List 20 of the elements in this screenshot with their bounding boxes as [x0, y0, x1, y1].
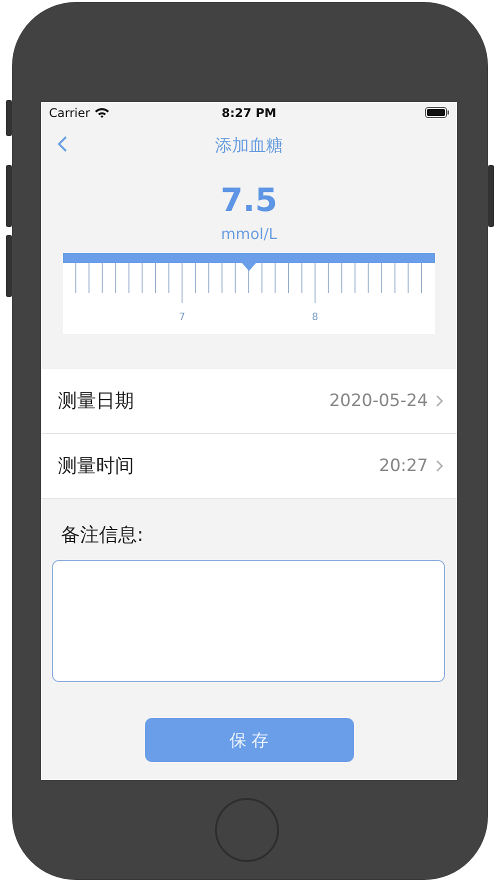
picker-row[interactable]: 测量日期 2020-05-24 [41, 369, 457, 434]
ruler-label: 8 [312, 312, 318, 323]
row-label: 测量日期 [58, 389, 135, 414]
chevron-icon [436, 460, 443, 472]
unit-label: mmol/L [220, 225, 278, 243]
row-value: 20:27 [379, 456, 428, 476]
row-value: 2020-05-24 [329, 391, 428, 411]
wifi-icon [94, 107, 110, 118]
row-label: 测量时间 [58, 454, 135, 479]
screen-title: 添加血糖 [214, 134, 284, 156]
pointer-icon [242, 263, 256, 271]
glucose-value: 7.5 [220, 181, 278, 219]
chevron-icon [436, 395, 443, 407]
status-time: 8:27 PM [220, 106, 278, 120]
carrier-label: Carrier [49, 106, 90, 120]
note-label: 备注信息: [61, 523, 144, 548]
note-field[interactable] [52, 560, 445, 682]
picker-row[interactable]: 测量时间 20:27 [41, 434, 457, 499]
ruler-label: 7 [178, 312, 186, 323]
battery-icon [424, 107, 449, 118]
